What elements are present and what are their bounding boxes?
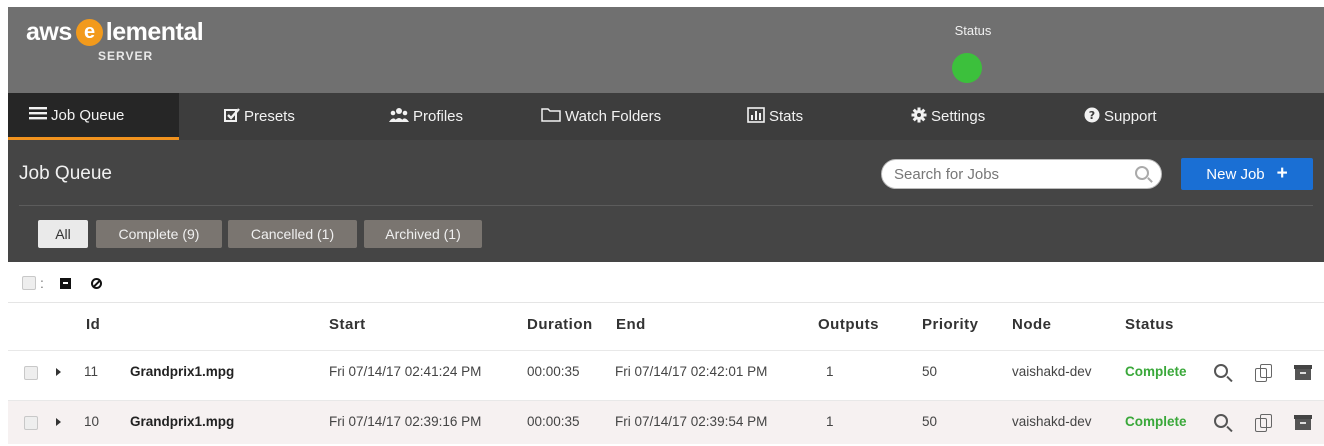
select-all-checkbox[interactable] — [22, 276, 36, 290]
row-id: 10 — [84, 414, 100, 429]
duplicate-icon[interactable] — [1255, 364, 1272, 382]
nav-label: Settings — [931, 108, 986, 125]
col-header-status[interactable]: Status — [1125, 316, 1174, 333]
nav-label: Job Queue — [51, 106, 125, 124]
folder-icon — [541, 107, 561, 126]
nav-label: Presets — [244, 108, 295, 125]
nav-settings[interactable]: Settings — [911, 93, 985, 140]
cancel-icon[interactable] — [90, 277, 102, 289]
row-checkbox[interactable] — [24, 416, 38, 430]
col-header-node[interactable]: Node — [1012, 316, 1052, 333]
app-header: aws e lemental SERVER Status — [8, 7, 1324, 93]
svg-text:?: ? — [1089, 109, 1095, 122]
archive-icon[interactable] — [1294, 365, 1312, 380]
col-header-outputs[interactable]: Outputs — [818, 316, 879, 333]
search-icon[interactable] — [1135, 166, 1149, 180]
col-header-start[interactable]: Start — [329, 316, 366, 333]
col-header-priority[interactable]: Priority — [922, 316, 979, 333]
nav-support[interactable]: ? Support — [1084, 93, 1157, 140]
nav-label: Profiles — [413, 108, 464, 125]
nav-watch-folders[interactable]: Watch Folders — [541, 93, 661, 140]
bulk-actions: : — [22, 274, 102, 292]
table-row[interactable]: 11 Grandprix1.mpg Fri 07/14/17 02:41:24 … — [8, 350, 1324, 394]
logo-e-icon: e — [75, 18, 103, 46]
row-node: vaishakd-dev — [1012, 414, 1092, 429]
row-end: Fri 07/14/17 02:42:01 PM — [615, 364, 768, 379]
archive-icon[interactable] — [1294, 415, 1312, 430]
row-priority: 50 — [922, 414, 938, 429]
logo-text-elemental: lemental — [105, 17, 204, 46]
aws-elemental-logo[interactable]: aws e lemental SERVER — [26, 17, 204, 64]
duplicate-icon[interactable] — [1255, 414, 1272, 432]
row-status: Complete — [1125, 364, 1187, 379]
expand-caret-icon[interactable] — [56, 418, 61, 426]
toolbar-divider — [19, 205, 1313, 206]
row-filename[interactable]: Grandprix1.mpg — [130, 364, 234, 379]
users-icon — [389, 107, 409, 127]
search-icon[interactable] — [1214, 414, 1228, 428]
col-header-duration[interactable]: Duration — [527, 316, 593, 333]
row-end: Fri 07/14/17 02:39:54 PM — [615, 414, 768, 429]
row-outputs: 1 — [826, 364, 834, 379]
expand-caret-icon[interactable] — [56, 368, 61, 376]
row-duration: 00:00:35 — [527, 414, 580, 429]
row-status: Complete — [1125, 414, 1187, 429]
page-title: Job Queue — [19, 163, 112, 184]
search-input[interactable] — [894, 160, 1124, 188]
col-header-end[interactable]: End — [616, 316, 646, 333]
gear-icon — [911, 107, 927, 127]
filter-complete[interactable]: Complete (9) — [96, 220, 222, 248]
col-header-id[interactable]: Id — [86, 316, 100, 333]
nav-profiles[interactable]: Profiles — [389, 93, 463, 140]
row-start: Fri 07/14/17 02:41:24 PM — [329, 364, 482, 379]
row-priority: 50 — [922, 364, 938, 379]
logo-subtitle: SERVER — [98, 49, 154, 63]
nav-presets[interactable]: Presets — [224, 93, 295, 140]
help-icon: ? — [1084, 107, 1100, 127]
filter-archived[interactable]: Archived (1) — [364, 220, 482, 248]
bar-chart-icon — [747, 106, 765, 127]
status-label: Status — [954, 23, 992, 38]
table-header-divider — [8, 302, 1324, 303]
row-checkbox[interactable] — [24, 366, 38, 380]
filter-all[interactable]: All — [38, 220, 88, 248]
row-filename[interactable]: Grandprix1.mpg — [130, 414, 234, 429]
row-id: 11 — [84, 364, 99, 379]
archive-icon[interactable] — [59, 277, 71, 289]
filter-cancelled[interactable]: Cancelled (1) — [228, 220, 357, 248]
row-start: Fri 07/14/17 02:39:16 PM — [329, 414, 482, 429]
status-indicator[interactable] — [952, 53, 982, 83]
main-nav: Job Queue Presets Profiles Watch Folders… — [8, 93, 1324, 140]
logo-text-aws: aws — [26, 17, 72, 46]
nav-job-queue[interactable]: Job Queue — [8, 93, 179, 140]
nav-label: Support — [1104, 108, 1157, 125]
page-toolbar: Job Queue New Job + All Complete (9) Can… — [8, 140, 1324, 262]
search-icon[interactable] — [1214, 364, 1228, 378]
new-job-button[interactable]: New Job + — [1181, 158, 1313, 190]
row-node: vaishakd-dev — [1012, 364, 1092, 379]
row-outputs: 1 — [826, 414, 834, 429]
table-row[interactable]: 10 Grandprix1.mpg Fri 07/14/17 02:39:16 … — [8, 400, 1324, 444]
nav-stats[interactable]: Stats — [747, 93, 803, 140]
nav-label: Stats — [769, 108, 804, 125]
nav-label: Watch Folders — [565, 108, 662, 125]
row-duration: 00:00:35 — [527, 364, 580, 379]
plus-icon: + — [1276, 163, 1288, 184]
bulk-colon: : — [40, 275, 44, 291]
new-job-label: New Job — [1206, 165, 1265, 183]
list-icon — [29, 106, 47, 124]
job-search — [881, 159, 1162, 189]
checkbox-icon — [224, 107, 240, 127]
